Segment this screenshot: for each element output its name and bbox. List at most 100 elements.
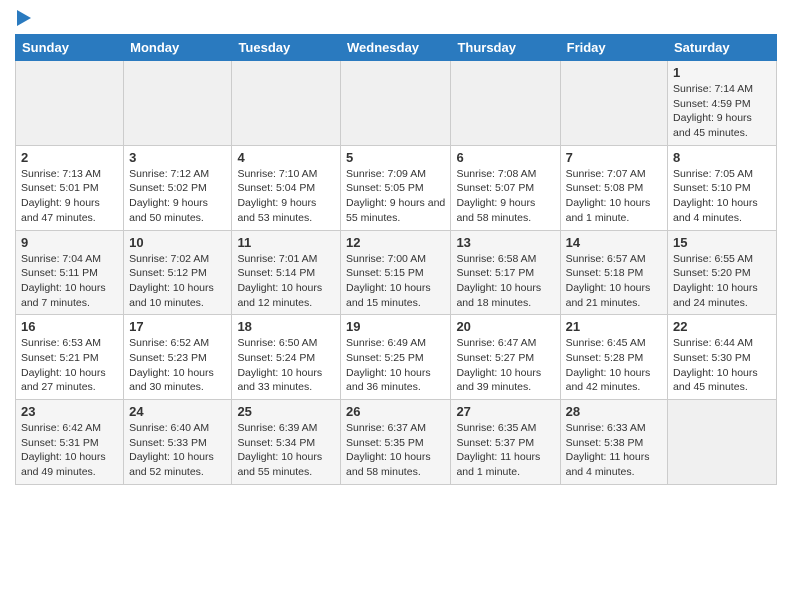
calendar-cell: 2Sunrise: 7:13 AM Sunset: 5:01 PM Daylig… (16, 145, 124, 230)
week-row-4: 16 Sunrise: 6:53 AM Sunset: 5:21 PM Dayli… (16, 315, 777, 400)
calendar-cell: 4Sunrise: 7:10 AM Sunset: 5:04 PM Daylig… (232, 145, 341, 230)
day-number: 5 (346, 150, 445, 165)
day-info: Sunrise: 6:45 AM Sunset: 5:28 PM Dayligh… (566, 336, 662, 395)
day-info: Sunrise: 6:39 AM Sunset: 5:34 PM Dayligh… (237, 421, 335, 480)
day-info: Sunrise: 7:08 AM Sunset: 5:07 PM Dayligh… (456, 167, 554, 226)
calendar-cell: 5 Sunrise: 7:09 AM Sunset: 5:05 PM Daylig… (341, 145, 451, 230)
day-number: 21 (566, 319, 662, 334)
calendar-cell: 22 Sunrise: 6:44 AM Sunset: 5:30 PM Dayli… (668, 315, 777, 400)
day-number: 28 (566, 404, 662, 419)
day-info: Sunrise: 7:14 AM Sunset: 4:59 PM Dayligh… (673, 82, 771, 141)
calendar-cell: 8Sunrise: 7:05 AM Sunset: 5:10 PM Daylig… (668, 145, 777, 230)
weekday-header-friday: Friday (560, 35, 667, 61)
calendar-cell: 15 Sunrise: 6:55 AM Sunset: 5:20 PM Dayli… (668, 230, 777, 315)
day-info: Sunrise: 6:57 AM Sunset: 5:18 PM Dayligh… (566, 252, 662, 311)
calendar-cell (341, 61, 451, 146)
calendar-cell (124, 61, 232, 146)
weekday-header-wednesday: Wednesday (341, 35, 451, 61)
day-info: Sunrise: 7:02 AM Sunset: 5:12 PM Dayligh… (129, 252, 226, 311)
calendar-cell (668, 400, 777, 485)
calendar-cell (451, 61, 560, 146)
day-info: Sunrise: 7:07 AM Sunset: 5:08 PM Dayligh… (566, 167, 662, 226)
day-number: 24 (129, 404, 226, 419)
day-number: 1 (673, 65, 771, 80)
header-row: SundayMondayTuesdayWednesdayThursdayFrid… (16, 35, 777, 61)
day-number: 11 (237, 235, 335, 250)
calendar-cell: 14 Sunrise: 6:57 AM Sunset: 5:18 PM Dayli… (560, 230, 667, 315)
day-number: 6 (456, 150, 554, 165)
calendar-cell: 25 Sunrise: 6:39 AM Sunset: 5:34 PM Dayli… (232, 400, 341, 485)
day-info: Sunrise: 7:04 AM Sunset: 5:11 PM Dayligh… (21, 252, 118, 311)
day-number: 18 (237, 319, 335, 334)
day-info: Sunrise: 6:42 AM Sunset: 5:31 PM Dayligh… (21, 421, 118, 480)
week-row-5: 23 Sunrise: 6:42 AM Sunset: 5:31 PM Dayli… (16, 400, 777, 485)
day-info: Sunrise: 6:50 AM Sunset: 5:24 PM Dayligh… (237, 336, 335, 395)
calendar-cell: 1 Sunrise: 7:14 AM Sunset: 4:59 PM Daylig… (668, 61, 777, 146)
day-number: 23 (21, 404, 118, 419)
calendar-cell: 21 Sunrise: 6:45 AM Sunset: 5:28 PM Dayli… (560, 315, 667, 400)
weekday-header-tuesday: Tuesday (232, 35, 341, 61)
day-info: Sunrise: 6:35 AM Sunset: 5:37 PM Dayligh… (456, 421, 554, 480)
day-info: Sunrise: 6:55 AM Sunset: 5:20 PM Dayligh… (673, 252, 771, 311)
calendar-cell: 16 Sunrise: 6:53 AM Sunset: 5:21 PM Dayli… (16, 315, 124, 400)
day-info: Sunrise: 7:09 AM Sunset: 5:05 PM Dayligh… (346, 167, 445, 226)
calendar-cell: 24 Sunrise: 6:40 AM Sunset: 5:33 PM Dayli… (124, 400, 232, 485)
day-info: Sunrise: 6:37 AM Sunset: 5:35 PM Dayligh… (346, 421, 445, 480)
day-info: Sunrise: 6:47 AM Sunset: 5:27 PM Dayligh… (456, 336, 554, 395)
week-row-3: 9 Sunrise: 7:04 AM Sunset: 5:11 PM Daylig… (16, 230, 777, 315)
day-info: Sunrise: 6:49 AM Sunset: 5:25 PM Dayligh… (346, 336, 445, 395)
day-info: Sunrise: 7:01 AM Sunset: 5:14 PM Dayligh… (237, 252, 335, 311)
day-number: 13 (456, 235, 554, 250)
calendar-cell: 11 Sunrise: 7:01 AM Sunset: 5:14 PM Dayli… (232, 230, 341, 315)
week-row-1: 1 Sunrise: 7:14 AM Sunset: 4:59 PM Daylig… (16, 61, 777, 146)
calendar-cell: 20Sunrise: 6:47 AM Sunset: 5:27 PM Dayli… (451, 315, 560, 400)
day-info: Sunrise: 7:00 AM Sunset: 5:15 PM Dayligh… (346, 252, 445, 311)
day-number: 27 (456, 404, 554, 419)
day-number: 16 (21, 319, 118, 334)
calendar-cell: 13Sunrise: 6:58 AM Sunset: 5:17 PM Dayli… (451, 230, 560, 315)
day-number: 15 (673, 235, 771, 250)
calendar-cell: 9 Sunrise: 7:04 AM Sunset: 5:11 PM Daylig… (16, 230, 124, 315)
weekday-header-sunday: Sunday (16, 35, 124, 61)
day-number: 2 (21, 150, 118, 165)
week-row-2: 2Sunrise: 7:13 AM Sunset: 5:01 PM Daylig… (16, 145, 777, 230)
day-number: 9 (21, 235, 118, 250)
calendar-cell: 10 Sunrise: 7:02 AM Sunset: 5:12 PM Dayli… (124, 230, 232, 315)
calendar-cell (560, 61, 667, 146)
day-number: 3 (129, 150, 226, 165)
day-info: Sunrise: 7:12 AM Sunset: 5:02 PM Dayligh… (129, 167, 226, 226)
weekday-header-monday: Monday (124, 35, 232, 61)
day-info: Sunrise: 6:52 AM Sunset: 5:23 PM Dayligh… (129, 336, 226, 395)
calendar-cell: 12 Sunrise: 7:00 AM Sunset: 5:15 PM Dayli… (341, 230, 451, 315)
calendar-cell (16, 61, 124, 146)
calendar-table: SundayMondayTuesdayWednesdayThursdayFrid… (15, 34, 777, 485)
day-number: 17 (129, 319, 226, 334)
day-number: 4 (237, 150, 335, 165)
day-number: 7 (566, 150, 662, 165)
day-number: 19 (346, 319, 445, 334)
logo-arrow-icon (17, 10, 31, 26)
calendar-cell: 17 Sunrise: 6:52 AM Sunset: 5:23 PM Dayli… (124, 315, 232, 400)
day-number: 10 (129, 235, 226, 250)
day-info: Sunrise: 6:33 AM Sunset: 5:38 PM Dayligh… (566, 421, 662, 480)
day-number: 26 (346, 404, 445, 419)
calendar-cell: 7 Sunrise: 7:07 AM Sunset: 5:08 PM Daylig… (560, 145, 667, 230)
day-info: Sunrise: 6:44 AM Sunset: 5:30 PM Dayligh… (673, 336, 771, 395)
weekday-header-thursday: Thursday (451, 35, 560, 61)
page-container: SundayMondayTuesdayWednesdayThursdayFrid… (0, 0, 792, 495)
day-info: Sunrise: 6:40 AM Sunset: 5:33 PM Dayligh… (129, 421, 226, 480)
calendar-cell: 19 Sunrise: 6:49 AM Sunset: 5:25 PM Dayli… (341, 315, 451, 400)
day-number: 12 (346, 235, 445, 250)
day-number: 22 (673, 319, 771, 334)
day-info: Sunrise: 6:53 AM Sunset: 5:21 PM Dayligh… (21, 336, 118, 395)
day-number: 14 (566, 235, 662, 250)
calendar-cell: 18 Sunrise: 6:50 AM Sunset: 5:24 PM Dayli… (232, 315, 341, 400)
calendar-cell (232, 61, 341, 146)
calendar-cell: 26 Sunrise: 6:37 AM Sunset: 5:35 PM Dayli… (341, 400, 451, 485)
day-number: 25 (237, 404, 335, 419)
weekday-header-saturday: Saturday (668, 35, 777, 61)
day-number: 8 (673, 150, 771, 165)
calendar-cell: 3 Sunrise: 7:12 AM Sunset: 5:02 PM Daylig… (124, 145, 232, 230)
calendar-cell: 27 Sunrise: 6:35 AM Sunset: 5:37 PM Dayli… (451, 400, 560, 485)
calendar-cell: 28 Sunrise: 6:33 AM Sunset: 5:38 PM Dayli… (560, 400, 667, 485)
